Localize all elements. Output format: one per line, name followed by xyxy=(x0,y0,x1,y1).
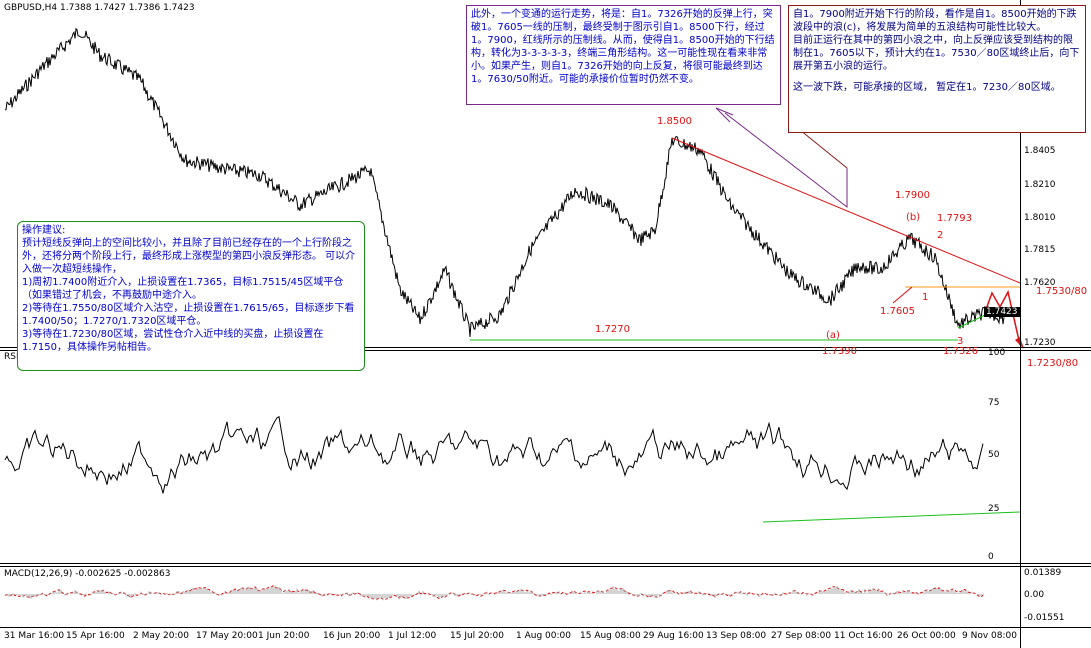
date-tick: 9 Nov 08:00 xyxy=(962,631,1017,641)
macd-tick: -0.01551 xyxy=(1024,613,1065,623)
price-tick: 1.7815 xyxy=(1024,245,1056,255)
date-tick: 16 Jun 20:00 xyxy=(323,631,381,641)
price-tick: 1.8010 xyxy=(1024,213,1056,223)
macd-signal xyxy=(4,585,984,600)
date-tick: 1 Jun 20:00 xyxy=(258,631,310,641)
level-1-7530: 1.7530/80 xyxy=(1036,286,1088,297)
wave-a-label: (a) xyxy=(826,330,840,341)
price-tick: 1.7230 xyxy=(1024,338,1056,348)
level-1-7900: 1.7900 xyxy=(895,190,930,201)
date-tick: 11 Oct 16:00 xyxy=(834,631,893,641)
level-1-7270: 1.7270 xyxy=(595,324,630,335)
pane-separator xyxy=(0,627,1091,628)
wave-b-label: (b) xyxy=(906,212,921,223)
date-tick: 15 Apr 16:00 xyxy=(66,631,125,641)
rsi-series xyxy=(4,415,984,494)
note-line: 1)周初1.7400附近介入，止损设置在1.7365，目标1.7515/45区域… xyxy=(22,277,344,301)
purple-pointer-head xyxy=(715,107,734,123)
macd-tick: 0.00 xyxy=(1024,590,1045,600)
price-header: GBPUSD,H4 1.7388 1.7427 1.7386 1.7423 xyxy=(4,3,195,13)
pane-separator xyxy=(0,566,1091,567)
level-1-7326: 1.7326 xyxy=(943,346,978,357)
date-tick: 1 Jul 12:00 xyxy=(388,631,437,641)
note-line: 预计短线反弹向上的空间比较小，并且除了目前已经存在的一个上行阶段之外，还将分两个… xyxy=(22,238,356,275)
note-line: 此外，一个变通的运行走势，将是：自1。7326开始的反弹上行，突破1。7605一… xyxy=(471,9,775,85)
arrow-to-1 xyxy=(892,286,913,304)
note-line: 目前正运行在其中的第四小浪之中，向上反弹应该受到结构的限制在1。7605以下，预… xyxy=(793,35,1080,72)
resistance-line xyxy=(671,137,1021,284)
wave-2-label: 2 xyxy=(937,230,944,241)
date-tick: 27 Sep 08:00 xyxy=(771,631,832,641)
note-line: 操作建议: xyxy=(22,225,66,236)
note-line: 3)等待在1.7230/80区域，尝试性仓介入近中线的买盘，止损设置在1.715… xyxy=(22,329,324,353)
date-tick: 26 Oct 00:00 xyxy=(897,631,956,641)
date-tick: 29 Aug 16:00 xyxy=(643,631,704,641)
rsi-tick: 0 xyxy=(988,552,994,562)
rsi-tick: 25 xyxy=(988,504,1000,514)
rsi-tick: 50 xyxy=(988,450,1000,460)
wave-1-label: 1 xyxy=(922,292,929,303)
current-price-badge: 1.7423 xyxy=(984,307,1020,317)
rsi-support-line xyxy=(762,511,1021,523)
red-pointer xyxy=(799,129,848,169)
rsi-tick: 75 xyxy=(988,398,1000,408)
date-tick: 13 Sep 08:00 xyxy=(706,631,767,641)
date-tick: 17 May 20:00 xyxy=(196,631,258,641)
date-tick: 15 Aug 08:00 xyxy=(580,631,641,641)
date-tick: 15 Jul 20:00 xyxy=(450,631,504,641)
alternative-scenario-note: 此外，一个变通的运行走势，将是：自1。7326开始的反弹上行，突破1。7605一… xyxy=(466,5,781,105)
level-1-7793: 1.7793 xyxy=(937,213,972,224)
level-1-7605: 1.7605 xyxy=(880,306,915,317)
macd-tick: 0.01389 xyxy=(1024,568,1062,578)
date-tick: 31 Mar 16:00 xyxy=(4,631,65,641)
macd-header: MACD(12,26,9) -0.002625 -0.002863 xyxy=(4,569,171,579)
date-tick: 1 Aug 00:00 xyxy=(516,631,571,641)
note-line: 这一波下跌，可能承接的区域， 暂定在1。7230／80区域。 xyxy=(793,82,1061,93)
level-1-8500: 1.8500 xyxy=(657,116,692,127)
rsi-tick: 100 xyxy=(988,348,1006,358)
level-1-7390: 1.7390 xyxy=(822,346,857,357)
date-tick: 2 May 20:00 xyxy=(133,631,189,641)
note-line: 自1。7900附近开始下行的阶段，看作是自1。8500开始的下跌波段中的浪(c)… xyxy=(793,9,1077,33)
pane-separator xyxy=(0,563,1091,564)
wave-analysis-note: 自1。7900附近开始下行的阶段，看作是自1。8500开始的下跌波段中的浪(c)… xyxy=(788,5,1086,133)
price-tick: 1.8210 xyxy=(1024,180,1056,190)
note-line: 2)等待在1.7550/80区域介入沽空，止损设置在1.7615/65，目标逐步… xyxy=(22,303,355,327)
price-tick: 1.8405 xyxy=(1024,146,1056,156)
trading-advice-note: 操作建议: 预计短线反弹向上的空间比较小，并且除了目前已经存在的一个上行阶段之外… xyxy=(17,221,365,371)
level-1-7230: 1.7230/80 xyxy=(1027,358,1079,369)
